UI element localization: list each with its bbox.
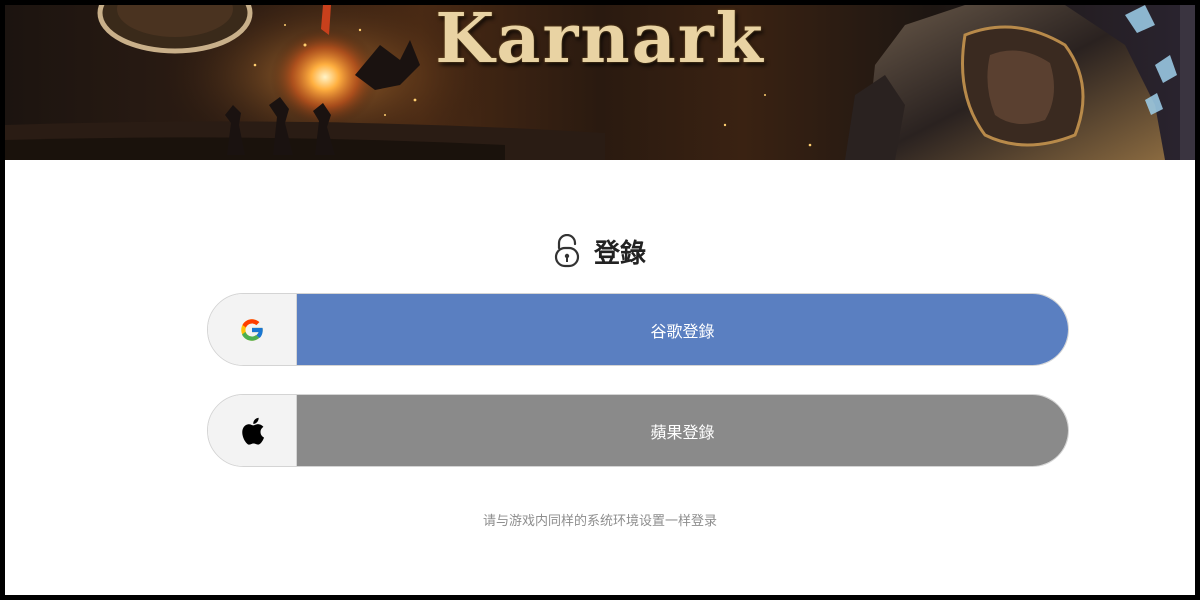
apple-icon xyxy=(242,417,264,445)
apple-icon-cell xyxy=(208,395,297,466)
apple-login-label: 蘋果登錄 xyxy=(297,395,1068,466)
google-login-button[interactable]: 谷歌登錄 xyxy=(207,293,1069,366)
google-login-label: 谷歌登錄 xyxy=(297,294,1068,365)
google-icon-cell xyxy=(208,294,297,365)
google-icon xyxy=(241,318,264,341)
game-logo: Karnark xyxy=(435,5,765,79)
login-title: 登錄 xyxy=(593,238,646,269)
login-page: Karnark 登錄 谷歌登錄 蘋果登錄 请与游戏内同样的系统环境设置一样登录 xyxy=(5,5,1195,595)
login-note: 请与游戏内同样的系统环境设置一样登录 xyxy=(482,514,717,529)
login-header: 登錄 xyxy=(5,231,1195,271)
game-banner: Karnark xyxy=(5,5,1195,160)
lock-open-icon xyxy=(554,234,580,268)
apple-login-button[interactable]: 蘋果登錄 xyxy=(207,394,1069,467)
